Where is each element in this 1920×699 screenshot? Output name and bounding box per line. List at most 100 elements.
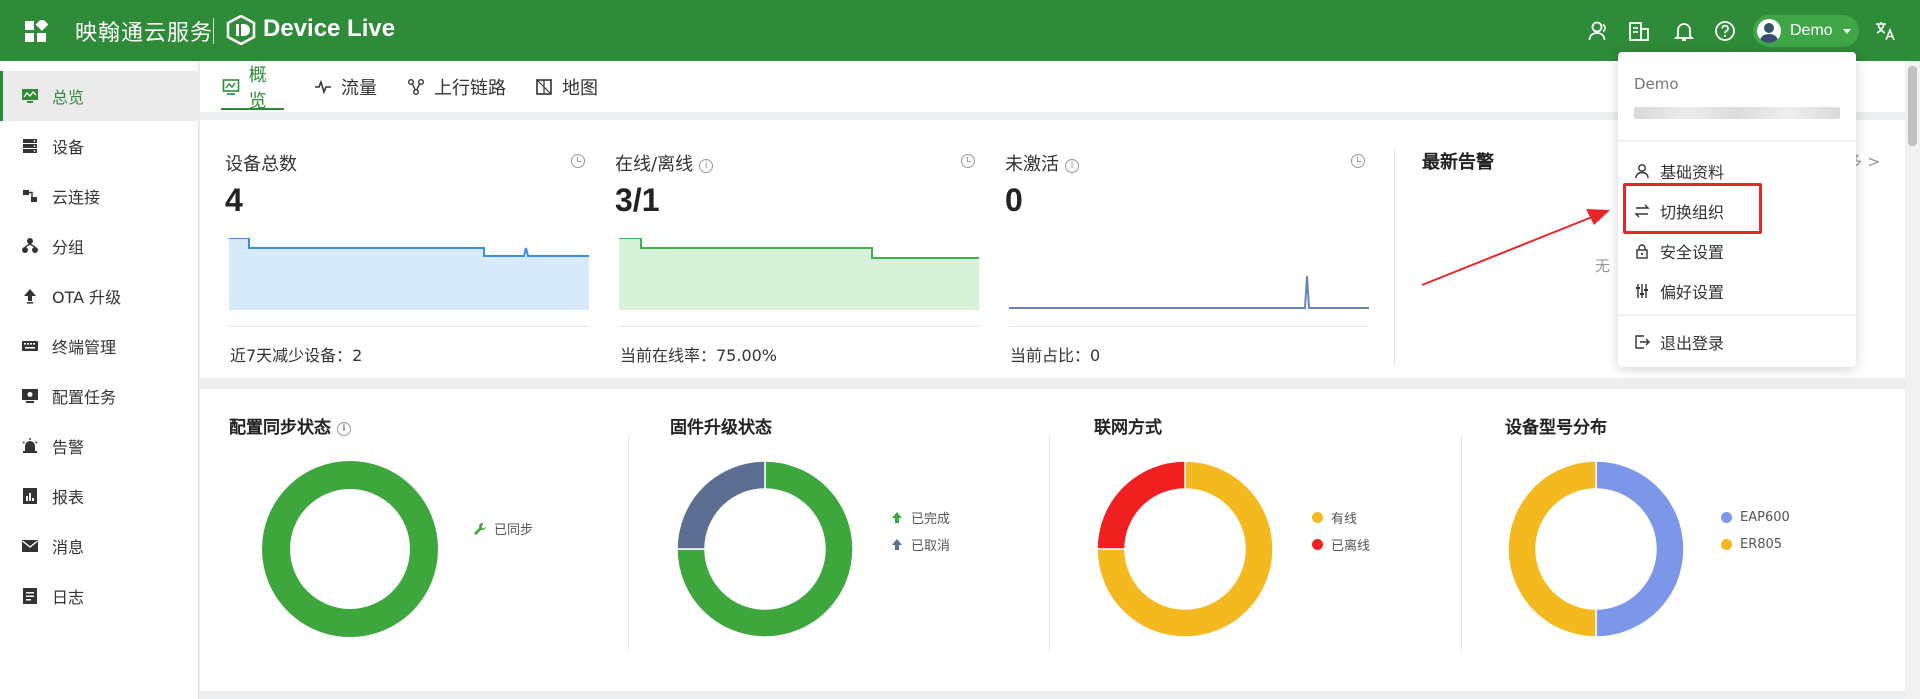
donut-network-type: 联网方式 有线已离线 [1094,389,1494,691]
menu-item-preferences[interactable]: 偏好设置 [1618,271,1856,311]
overview-icon [221,77,241,97]
apps-grid-icon[interactable] [24,18,49,44]
donut-slice-EAP600[interactable] [1595,461,1684,637]
donut-device-models: 设备型号分布 EAP600 ER805 [1505,389,1905,691]
pulse-icon [313,77,333,97]
metric-title: 设备总数 [225,154,297,175]
legend-item[interactable]: ER805 [1721,531,1790,558]
metric-value: 4 [225,182,243,218]
legend-item[interactable]: 已完成 [890,504,950,531]
menu-item-label: 安全设置 [1660,243,1725,262]
tab-label: 地图 [562,77,598,99]
metric-title: 未激活 i [1005,150,1079,176]
sidebar-item-groups[interactable]: 分组 [0,221,199,271]
sidebar-item-terminal[interactable]: 终端管理 [0,321,199,371]
sidebar-item-reports[interactable]: 报表 [0,471,199,521]
legend-dot [1721,512,1732,523]
info-icon[interactable]: i [1065,159,1079,173]
menu-item-logout[interactable]: 退出登录 [1618,322,1856,362]
sidebar-item-label: 总览 [52,88,85,107]
sidebar: 总览 设备 云连接 分组 OTA 升级 终端管理 配置任务 告警 报表 消息 日… [0,61,199,699]
metric-divider [229,326,589,327]
tab-label: 流量 [341,77,377,99]
chart-title: 配置同步状态 i [229,413,351,438]
tab-uplink[interactable]: 上行链路 [406,61,506,112]
metric-divider [619,326,979,327]
donut-firmware-upgrade: 固件升级状态 已完成 已取消 [670,389,1070,691]
alarm-icon [21,437,39,455]
panel-divider [1394,148,1395,366]
sidebar-item-label: 分组 [52,238,85,257]
mail-icon [21,537,39,555]
firmware-upgrade-donut [677,461,853,637]
donut-slice-ER805[interactable] [1508,461,1597,637]
menu-item-label: 偏好设置 [1660,283,1725,302]
person-icon [1634,163,1650,179]
server-icon [21,137,39,155]
sidebar-item-logs[interactable]: 日志 [0,571,199,621]
group-icon [21,237,39,255]
clock-icon[interactable] [1351,154,1365,168]
legend-item[interactable]: 已离线 [1312,531,1370,558]
legend-item[interactable]: 已取消 [890,531,950,558]
sidebar-item-cloud-connect[interactable]: 云连接 [0,171,199,221]
tab-label: 概览 [248,64,267,112]
legend-item[interactable]: 有线 [1312,504,1370,531]
sidebar-item-overview[interactable]: 总览 [0,71,199,121]
tab-overview[interactable]: 概览 [221,61,284,112]
sidebar-item-config-tasks[interactable]: 配置任务 [0,371,199,421]
total-devices-sparkline [229,238,589,310]
monitor-icon [21,87,39,105]
wrench-icon [473,522,487,536]
chart-legend: 已完成已取消 [890,504,950,558]
donut-slice-已离线[interactable] [1097,461,1186,550]
status-charts-panel: 配置同步状态 i 已同步 固件升级状态 已完成 已取消 联网方式 有线 已离线 设备型… [200,389,1905,691]
scrollbar-thumb[interactable] [1908,66,1917,146]
metric-value: 3/1 [615,182,660,218]
config-icon [21,387,39,405]
log-icon [21,587,39,605]
legend-label: 已离线 [1331,539,1371,554]
menu-divider [1618,315,1856,316]
donut-slice-已同步[interactable] [262,461,438,637]
legend-label: 已取消 [911,539,951,554]
metric-inactive: 未激活 i 0 当前占比：0 [1005,120,1369,378]
sidebar-item-devices[interactable]: 设备 [0,121,199,171]
legend-dot [1312,512,1323,523]
tab-traffic[interactable]: 流量 [313,61,377,112]
product-name: Device Live [263,15,396,42]
clock-icon[interactable] [961,154,975,168]
organization-icon[interactable] [1627,19,1651,43]
tab-map[interactable]: 地图 [534,61,598,112]
redacted-account [1634,107,1840,119]
chart-title: 联网方式 [1094,418,1162,438]
bell-icon[interactable] [1672,19,1696,43]
legend-label: EAP600 [1740,510,1790,525]
legend-item[interactable]: 已同步 [473,515,533,542]
menu-item-security[interactable]: 安全设置 [1618,231,1856,271]
sidebar-item-messages[interactable]: 消息 [0,521,199,571]
device-models-donut [1508,461,1684,637]
help-icon[interactable] [1713,19,1737,43]
chart-legend: EAP600 ER805 [1721,504,1790,558]
sidebar-item-label: 告警 [52,438,85,457]
info-icon[interactable]: i [337,422,351,436]
chart-legend: 已同步 [473,515,533,542]
config-sync-donut [262,461,438,637]
metric-footer: 近7天减少设备：2 [230,346,363,365]
sidebar-item-ota[interactable]: OTA 升级 [0,271,199,321]
user-management-icon[interactable] [1587,19,1611,43]
clock-icon[interactable] [571,154,585,168]
legend-item[interactable]: EAP600 [1721,504,1790,531]
map-icon [534,77,554,97]
user-menu-button[interactable]: Demo [1753,15,1859,47]
donut-slice-已取消[interactable] [677,461,766,550]
language-icon[interactable] [1874,19,1898,43]
user-name: Demo [1790,22,1833,39]
sidebar-item-alarms[interactable]: 告警 [0,421,199,471]
page-scrollbar[interactable] [1905,61,1920,699]
chart-title: 设备型号分布 [1505,418,1607,438]
menu-item-label: 基础资料 [1660,163,1725,182]
report-icon [21,487,39,505]
info-icon[interactable]: i [699,159,714,173]
